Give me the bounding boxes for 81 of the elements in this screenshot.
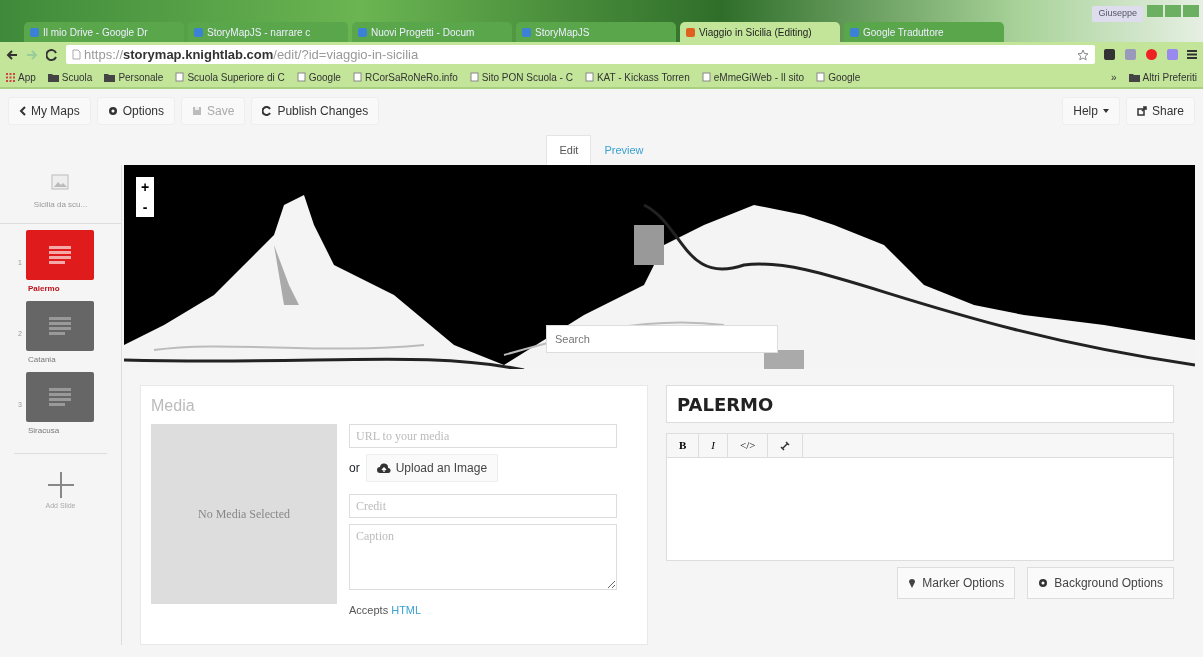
page-icon [469, 72, 479, 82]
page-icon [701, 72, 711, 82]
search-field[interactable]: Search [546, 325, 778, 353]
favicon-icon [522, 27, 531, 37]
favicon-icon [686, 27, 695, 37]
options-button[interactable]: Background Options [1027, 566, 1174, 599]
page-icon [352, 72, 362, 82]
favicon-icon [194, 27, 203, 37]
bookmark[interactable]: Scuola Superiore di C [175, 69, 285, 85]
page-icon [584, 72, 594, 82]
page-icon [816, 72, 826, 82]
bookmark[interactable]: Personale [104, 69, 164, 85]
bookmark[interactable]: App [6, 69, 36, 85]
bookmark[interactable]: RCorSaRoNeRo.info [352, 69, 458, 85]
toolbar-button[interactable]: Publish Changes [251, 97, 380, 125]
toolbar-button[interactable]: My Maps [8, 97, 91, 125]
slide-thumbnail[interactable] [25, 301, 94, 351]
slide-title: Siracusa [28, 425, 61, 437]
folder-icon [104, 72, 116, 82]
caret-icon [1102, 109, 1109, 113]
accepts-note: Accepts HTML [349, 603, 423, 618]
bookmark[interactable]: Altri Preferiti [1128, 69, 1197, 85]
caption-field[interactable]: Caption [349, 524, 617, 590]
star-icon [1077, 48, 1089, 61]
text-lines-icon [48, 388, 71, 406]
empty-message: No Media Selected [198, 506, 290, 523]
url-field[interactable]: URL to your media [349, 424, 617, 448]
apps-icon [6, 72, 15, 82]
mode-tab[interactable]: Edit [546, 134, 592, 165]
favicon-icon [850, 27, 859, 37]
forward-icon [26, 48, 38, 61]
upload-button[interactable]: Upload an Image [365, 454, 499, 482]
panel-title: Media [151, 396, 196, 416]
favicon-icon [358, 27, 367, 37]
back-icon [6, 48, 18, 61]
bookmark[interactable]: Scuola [47, 69, 93, 85]
save-icon [192, 106, 203, 116]
page-icon [72, 49, 81, 60]
user-button[interactable]: Giuseppe [1092, 6, 1143, 22]
credit-field[interactable]: Credit [349, 494, 617, 518]
page-icon [175, 72, 185, 82]
settings-icon [1038, 577, 1049, 588]
refresh-icon [262, 106, 273, 116]
plus-icon [47, 472, 74, 498]
slide-title: Palermo [28, 283, 61, 295]
settings-icon [107, 106, 118, 116]
favicon-icon [30, 27, 39, 37]
address-field[interactable]: https://storymap.knightlab.com/edit/?id=viaggio-in-sicilia [66, 45, 1095, 64]
extension-icon [1124, 48, 1137, 61]
browser-tab[interactable]: Viaggio in Sicilia (Editing) [680, 22, 840, 42]
extension-icon [1145, 48, 1158, 61]
slide-title: Catania [28, 354, 57, 366]
help-button[interactable]: Help [1062, 97, 1120, 125]
folder-icon [47, 72, 59, 82]
slide-thumbnail[interactable] [25, 230, 94, 280]
toolbar-button[interactable]: Options [96, 97, 176, 125]
extension-icon [1103, 48, 1116, 61]
options-button[interactable]: Marker Options [897, 566, 1016, 599]
slide-thumbnail[interactable] [25, 372, 94, 422]
extension-icon [1166, 48, 1179, 61]
share-icon [1136, 106, 1147, 116]
text-lines-icon [48, 246, 71, 264]
page-icon [296, 72, 306, 82]
back-icon [19, 106, 26, 116]
bookmark[interactable]: KAT - Kickass Torren [584, 69, 690, 85]
reload-icon [46, 48, 58, 61]
menu-icon [1187, 49, 1197, 60]
bookmark[interactable]: eMmeGiWeb - Il sito [701, 69, 805, 85]
text-editor[interactable] [666, 456, 1174, 561]
or-label: or [349, 460, 360, 477]
marker-icon [908, 577, 917, 588]
share-button[interactable]: Share [1125, 97, 1195, 125]
bookmark[interactable]: Google [816, 69, 861, 85]
headline-field[interactable]: PALERMO [666, 385, 1174, 423]
image-icon [50, 173, 71, 191]
cloud-upload-icon [376, 462, 391, 474]
overflow-chevron[interactable]: » [1111, 69, 1117, 85]
bookmark[interactable]: Sito PON Scuola - C [469, 69, 573, 85]
text-lines-icon [48, 317, 71, 335]
bookmark[interactable]: Google [296, 69, 341, 85]
folder-icon [1128, 72, 1140, 82]
